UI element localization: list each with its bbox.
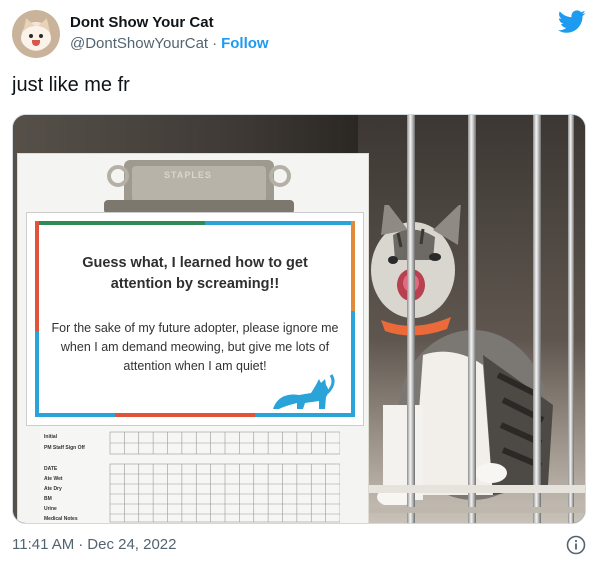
sign-title: Guess what, I learned how to get attenti…: [82, 255, 308, 292]
twitter-bird-icon[interactable]: [558, 10, 586, 34]
kennel-card: STAPLES Guess what, I learned how to get…: [17, 153, 369, 523]
separator: ·: [212, 35, 218, 52]
tweet-timestamp[interactable]: 11:41 AM · Dec 24, 2022: [12, 536, 177, 553]
chart-label: Ate Dry: [44, 486, 62, 492]
care-log-labels: Initial PM Staff Sign Off DATE Ate Wet A…: [40, 426, 110, 523]
sign-body: For the sake of my future adopter, pleas…: [51, 321, 339, 373]
chart-label: Ate Wet: [44, 476, 63, 482]
chart-label: PM Staff Sign Off: [44, 445, 85, 451]
clip-brand: STAPLES: [164, 170, 212, 180]
info-circle-icon[interactable]: [566, 535, 586, 555]
tweet-time: 11:41 AM: [12, 536, 75, 553]
cat-silhouette-icon: [273, 374, 335, 409]
tweet-text: just like me fr: [12, 74, 130, 96]
tweet-header: Dont Show Your Cat @DontShowYourCat · Foll…: [12, 8, 588, 60]
chart-label: Initial: [44, 434, 58, 440]
chart-label: DATE: [44, 466, 58, 472]
chart-label: BM: [44, 496, 52, 502]
adoption-sign: Guess what, I learned how to get attenti…: [26, 212, 364, 426]
separator: ·: [78, 536, 84, 553]
tweet-date: Dec 24, 2022: [87, 536, 177, 553]
author-handle-row: @DontShowYourCat · Follow: [70, 35, 269, 52]
chart-label: Medical Notes: [44, 516, 78, 522]
author-name[interactable]: Dont Show Your Cat: [70, 14, 214, 31]
care-log-chart: Initial PM Staff Sign Off DATE Ate Wet A…: [40, 426, 340, 523]
author-handle[interactable]: @DontShowYourCat: [70, 35, 208, 52]
author-avatar[interactable]: [12, 10, 60, 58]
tweet-photo[interactable]: STAPLES Guess what, I learned how to get…: [12, 114, 586, 524]
chart-label: Urine: [44, 506, 57, 512]
follow-button[interactable]: Follow: [221, 35, 269, 52]
